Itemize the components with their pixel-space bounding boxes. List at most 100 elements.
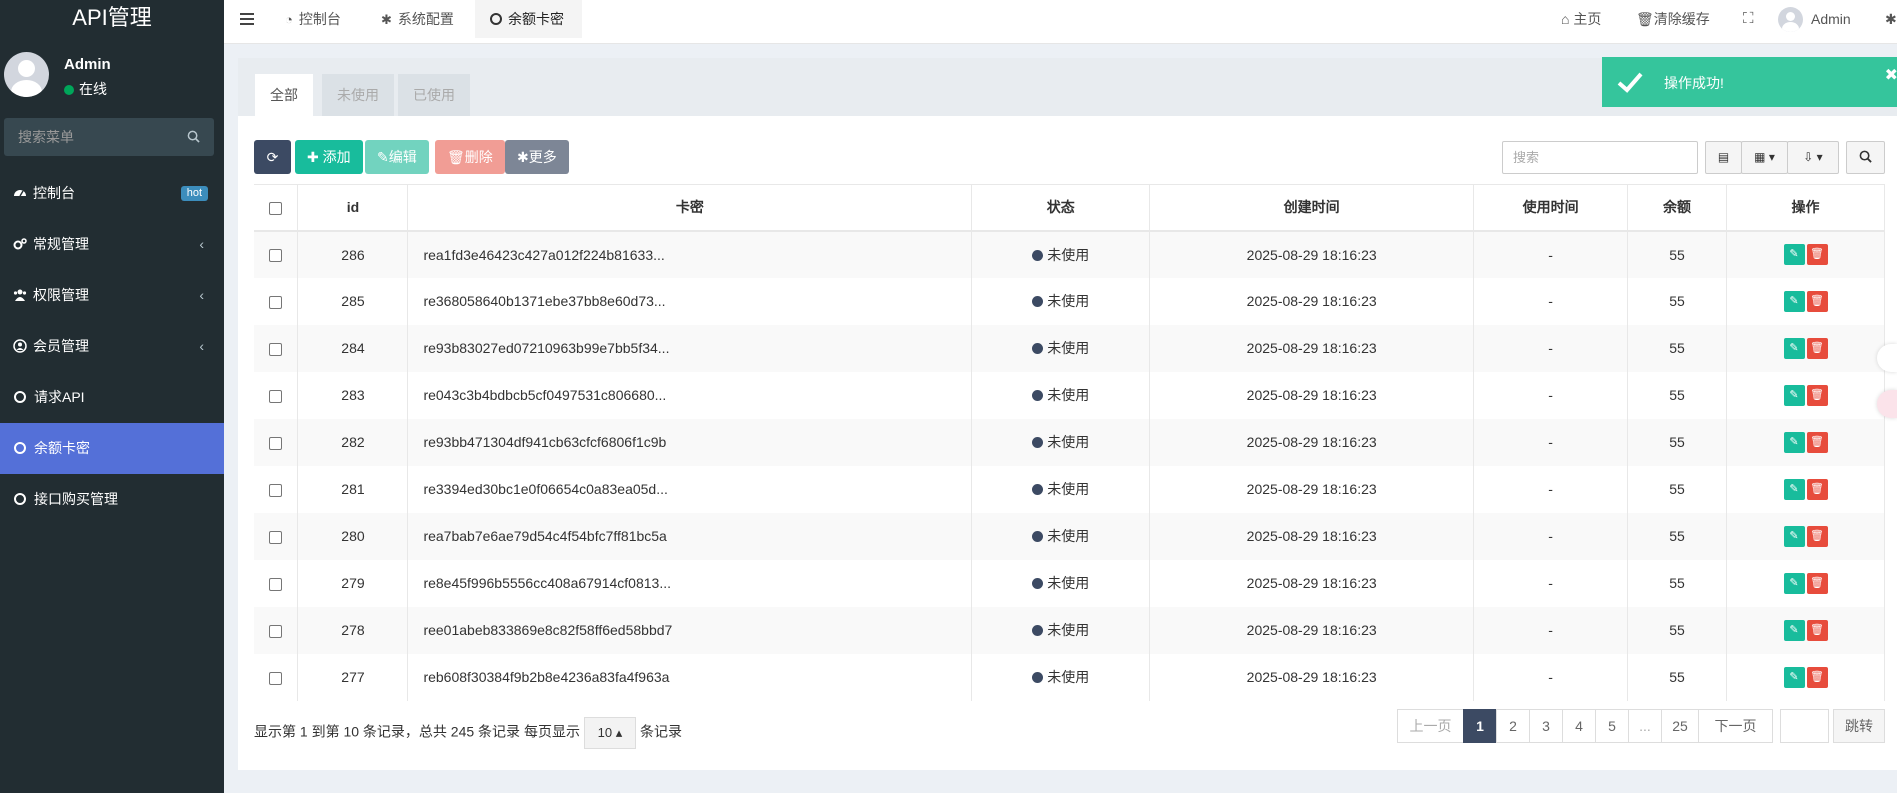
add-button[interactable]: ✚ 添加 bbox=[295, 140, 363, 174]
sidebar-item-request-api[interactable]: 请求API bbox=[0, 372, 224, 423]
select-all-checkbox[interactable] bbox=[269, 202, 283, 216]
column-header-status[interactable]: 状态 bbox=[971, 184, 1151, 232]
table-search-input[interactable]: 搜索 bbox=[1502, 141, 1698, 174]
export-icon[interactable]: ⇩ ▾ bbox=[1787, 141, 1839, 174]
circle-icon bbox=[490, 13, 502, 25]
row-edit-button[interactable]: ✎ bbox=[1783, 384, 1805, 406]
column-header-used[interactable]: 使用时间 bbox=[1473, 184, 1629, 232]
next-page-button[interactable]: 下一页 bbox=[1698, 709, 1773, 743]
cell-status: 未使用 bbox=[971, 653, 1151, 701]
gears-icon[interactable]: ✱ bbox=[1885, 0, 1897, 38]
row-checkbox[interactable] bbox=[269, 530, 283, 544]
page-button[interactable]: 25 bbox=[1661, 709, 1699, 743]
row-delete-button[interactable]: 🗑 bbox=[1806, 431, 1828, 453]
advanced-search-icon[interactable] bbox=[1846, 141, 1885, 174]
sidebar-item-members[interactable]: 会员管理 ‹ bbox=[0, 321, 224, 372]
cell-id: 283 bbox=[297, 371, 409, 419]
edit-label: 编辑 bbox=[388, 149, 417, 165]
tab-dashboard[interactable]: ◔ 控制台 bbox=[270, 0, 356, 38]
row-checkbox[interactable] bbox=[269, 295, 283, 309]
row-select-cell bbox=[254, 465, 299, 513]
row-delete-button[interactable]: 🗑 bbox=[1806, 290, 1828, 312]
row-delete-button[interactable]: 🗑 bbox=[1806, 244, 1828, 265]
row-checkbox[interactable] bbox=[269, 249, 283, 263]
sidebar-item-balance-cards[interactable]: 余额卡密 bbox=[0, 423, 224, 474]
cell-used: - bbox=[1473, 606, 1629, 654]
prev-page-button[interactable]: 上一页 bbox=[1397, 709, 1464, 743]
row-edit-button[interactable]: ✎ bbox=[1783, 337, 1805, 359]
menu-toggle-icon[interactable] bbox=[240, 13, 254, 25]
row-edit-button[interactable]: ✎ bbox=[1783, 431, 1805, 453]
cell-actions: ✎ 🗑 bbox=[1726, 465, 1885, 513]
admin-menu[interactable]: Admin bbox=[1778, 0, 1851, 38]
sidebar-item-permissions[interactable]: 权限管理 ‹ bbox=[0, 270, 224, 321]
row-edit-button[interactable]: ✎ bbox=[1783, 244, 1805, 265]
menu-search-input[interactable] bbox=[4, 118, 174, 156]
user-status-label: 在线 bbox=[79, 81, 107, 97]
cell-balance: 55 bbox=[1627, 371, 1727, 419]
row-delete-button[interactable]: 🗑 bbox=[1806, 525, 1828, 547]
column-header-id[interactable]: id bbox=[297, 184, 409, 232]
page-button[interactable]: 5 bbox=[1595, 709, 1629, 743]
page-button[interactable]: 1 bbox=[1463, 709, 1497, 743]
row-edit-button[interactable]: ✎ bbox=[1783, 619, 1805, 641]
row-delete-button[interactable]: 🗑 bbox=[1806, 572, 1828, 594]
page-size-select[interactable]: 10 ▴ bbox=[583, 717, 636, 749]
home-link[interactable]: ⌂ 主页 bbox=[1561, 0, 1601, 38]
cell-status: 未使用 bbox=[971, 559, 1151, 607]
subtab-unused[interactable]: 未使用 bbox=[322, 74, 394, 116]
delete-button[interactable]: 🗑删除 bbox=[435, 140, 505, 174]
sidebar-item-dashboard[interactable]: 控制台 hot bbox=[0, 168, 224, 219]
more-button[interactable]: ✱更多 bbox=[505, 140, 569, 174]
refresh-button[interactable]: ⟳ bbox=[254, 140, 291, 174]
row-edit-button[interactable]: ✎ bbox=[1783, 290, 1805, 312]
row-checkbox[interactable] bbox=[269, 342, 283, 356]
cell-used: - bbox=[1473, 371, 1629, 419]
columns-icon[interactable]: ▦ ▾ bbox=[1741, 141, 1788, 174]
row-select-cell bbox=[254, 277, 299, 325]
row-delete-button[interactable]: 🗑 bbox=[1806, 478, 1828, 500]
subtab-all[interactable]: 全部 bbox=[255, 74, 313, 116]
column-header-created[interactable]: 创建时间 bbox=[1149, 184, 1475, 232]
subtab-used[interactable]: 已使用 bbox=[398, 74, 470, 116]
fullscreen-icon[interactable]: ⛶ bbox=[1743, 0, 1754, 38]
row-edit-button[interactable]: ✎ bbox=[1783, 525, 1805, 547]
clear-cache-link[interactable]: 🗑清除缓存 bbox=[1636, 0, 1710, 38]
ime-icon[interactable] bbox=[1877, 390, 1897, 418]
qrcode-icon[interactable] bbox=[1877, 344, 1897, 372]
row-delete-button[interactable]: 🗑 bbox=[1806, 337, 1828, 359]
search-icon[interactable] bbox=[187, 130, 200, 143]
row-delete-button[interactable]: 🗑 bbox=[1806, 619, 1828, 641]
page-button[interactable]: 4 bbox=[1562, 709, 1596, 743]
row-edit-button[interactable]: ✎ bbox=[1783, 478, 1805, 500]
row-delete-button[interactable]: 🗑 bbox=[1806, 666, 1828, 688]
column-header-card[interactable]: 卡密 bbox=[407, 184, 973, 232]
jump-button[interactable]: 跳转 bbox=[1833, 709, 1885, 743]
row-edit-button[interactable]: ✎ bbox=[1783, 666, 1805, 688]
brand-title[interactable]: API管理 bbox=[0, 0, 224, 38]
sidebar-item-general[interactable]: 常规管理 ‹ bbox=[0, 219, 224, 270]
cell-balance: 55 bbox=[1627, 418, 1727, 466]
row-checkbox[interactable] bbox=[269, 436, 283, 450]
row-delete-button[interactable]: 🗑 bbox=[1806, 384, 1828, 406]
row-checkbox[interactable] bbox=[269, 577, 283, 591]
page-button[interactable]: 3 bbox=[1529, 709, 1563, 743]
tab-system-config[interactable]: ✱ 系统配置 bbox=[366, 0, 469, 38]
sidebar-item-api-purchase[interactable]: 接口购买管理 bbox=[0, 474, 224, 525]
status-dot-icon bbox=[1032, 531, 1044, 542]
sidebar-item-label: 会员管理 bbox=[33, 338, 89, 354]
toggle-view-icon[interactable]: ▤ bbox=[1705, 141, 1742, 174]
tab-balance-cards[interactable]: 余额卡密 bbox=[475, 0, 582, 38]
cell-id: 278 bbox=[297, 606, 409, 654]
status-dot-icon bbox=[1032, 578, 1044, 589]
row-checkbox[interactable] bbox=[269, 671, 283, 685]
row-checkbox[interactable] bbox=[269, 389, 283, 403]
row-checkbox[interactable] bbox=[269, 624, 283, 638]
close-icon[interactable]: ✖ bbox=[1885, 65, 1897, 85]
edit-button[interactable]: ✎编辑 bbox=[365, 140, 429, 174]
jump-page-input[interactable] bbox=[1780, 709, 1829, 743]
page-button[interactable]: 2 bbox=[1496, 709, 1530, 743]
column-header-balance[interactable]: 余额 bbox=[1627, 184, 1727, 232]
row-edit-button[interactable]: ✎ bbox=[1783, 572, 1805, 594]
row-checkbox[interactable] bbox=[269, 483, 283, 497]
